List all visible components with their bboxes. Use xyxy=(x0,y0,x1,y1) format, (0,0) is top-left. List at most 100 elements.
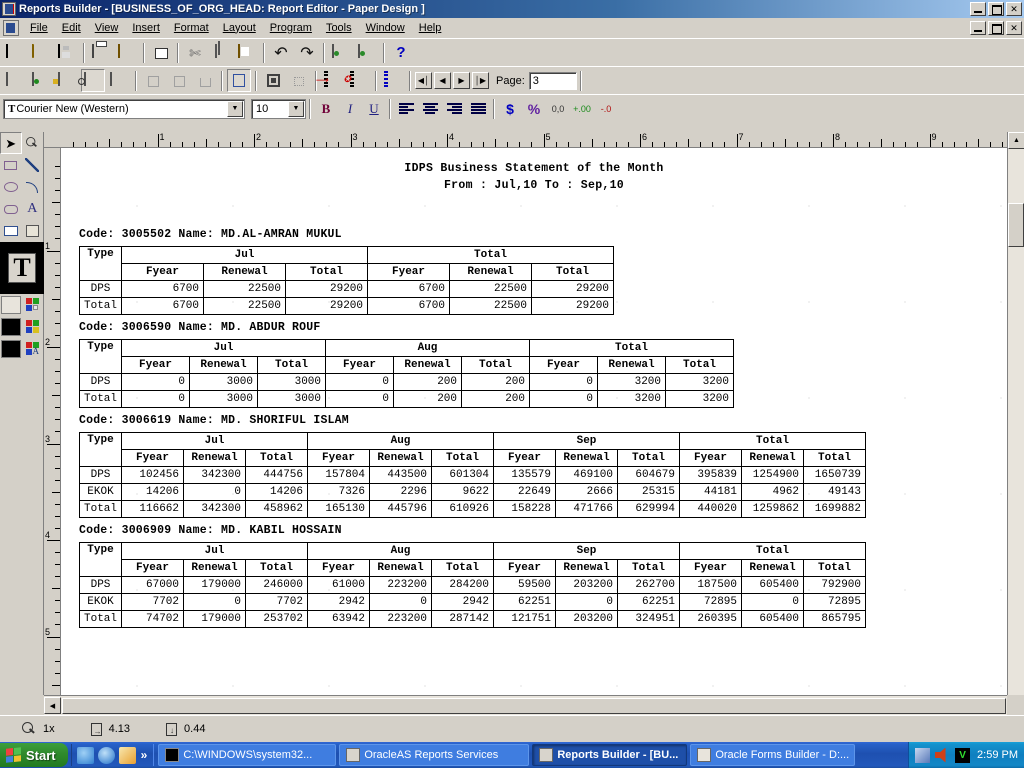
rounded-rectangle-tool[interactable] xyxy=(0,198,22,220)
web-source-view-icon[interactable] xyxy=(29,69,53,92)
text-tool[interactable]: A xyxy=(22,198,44,220)
task-oracle-forms[interactable]: Oracle Forms Builder - D:... xyxy=(690,744,855,766)
select-parent-frame-icon[interactable] xyxy=(261,69,285,92)
copy-icon[interactable] xyxy=(209,41,233,64)
big-text-tool[interactable]: T xyxy=(0,242,44,294)
menu-view[interactable]: View xyxy=(88,20,126,36)
align-right-icon[interactable] xyxy=(443,98,465,120)
font-size-dropdown-arrow[interactable]: ▼ xyxy=(288,101,304,117)
task-oracleas-reports[interactable]: OracleAS Reports Services xyxy=(339,744,529,766)
internet-explorer-icon[interactable] xyxy=(98,747,115,764)
menu-layout[interactable]: Layout xyxy=(216,20,263,36)
scroll-up-button[interactable]: ▲ xyxy=(1008,132,1024,149)
run-paper-layout-icon[interactable] xyxy=(149,41,173,64)
vc-icon[interactable]: V xyxy=(955,748,970,763)
insert-page-icon[interactable] xyxy=(227,69,251,92)
start-button[interactable]: Start xyxy=(0,743,68,767)
web-source-icon[interactable] xyxy=(329,41,353,64)
menu-window[interactable]: Window xyxy=(359,20,412,36)
fill-palette-icon[interactable] xyxy=(23,296,42,314)
italic-button[interactable]: I xyxy=(339,98,361,120)
new-file-icon[interactable] xyxy=(3,41,27,64)
paper-parameter-form-icon[interactable] xyxy=(107,69,131,92)
close-button[interactable]: ✕ xyxy=(1006,2,1022,16)
currency-icon[interactable]: $ xyxy=(499,98,521,120)
align-justify-icon[interactable] xyxy=(467,98,489,120)
text-color-swatch[interactable] xyxy=(1,340,21,358)
vertical-scroll-thumb[interactable] xyxy=(1008,203,1024,247)
menu-tools[interactable]: Tools xyxy=(319,20,359,36)
print-icon[interactable] xyxy=(89,41,113,64)
bold-button[interactable]: B xyxy=(315,98,337,120)
menu-program[interactable]: Program xyxy=(263,20,319,36)
paper-layout-icon[interactable] xyxy=(55,69,79,92)
next-page-button[interactable]: ▶ xyxy=(453,72,470,89)
cut-icon[interactable]: ✄ xyxy=(183,41,207,64)
insert-frame-icon[interactable] xyxy=(141,69,165,92)
ellipse-tool[interactable] xyxy=(0,176,22,198)
last-page-button[interactable]: │▶ xyxy=(472,72,489,89)
select-tool[interactable]: ➤ xyxy=(0,132,22,154)
paper-design-icon[interactable] xyxy=(81,69,105,92)
percent-icon[interactable]: % xyxy=(523,98,545,120)
underline-button[interactable]: U xyxy=(363,98,385,120)
line-tool[interactable] xyxy=(22,154,44,176)
horizontal-scrollbar[interactable]: ◀ xyxy=(44,695,1007,715)
mail-icon[interactable] xyxy=(115,41,139,64)
flex-off-icon[interactable] xyxy=(287,69,311,92)
redo-icon[interactable]: ↷ xyxy=(295,41,319,64)
quick-launch-overflow-icon[interactable]: » xyxy=(141,748,148,762)
arc-tool[interactable] xyxy=(22,176,44,198)
save-icon[interactable] xyxy=(55,41,79,64)
help-icon[interactable]: ? xyxy=(389,41,413,64)
minimize-button[interactable] xyxy=(970,2,986,16)
text-palette-icon[interactable]: A xyxy=(23,340,42,358)
link-file-tool[interactable] xyxy=(0,220,22,242)
line-palette-icon[interactable] xyxy=(23,318,42,336)
insert-repeating-frame-icon[interactable] xyxy=(167,69,191,92)
menu-format[interactable]: Format xyxy=(167,20,216,36)
mdi-close-button[interactable]: ✕ xyxy=(1006,21,1022,35)
task-command-prompt[interactable]: C:\WINDOWS\system32... xyxy=(158,744,336,766)
menu-edit[interactable]: Edit xyxy=(55,20,88,36)
menu-insert[interactable]: Insert xyxy=(125,20,167,36)
data-model-icon[interactable] xyxy=(3,69,27,92)
add-decimal-icon[interactable]: +.00 xyxy=(571,98,593,120)
ole-object-tool[interactable] xyxy=(22,220,44,242)
flex-on-icon[interactable]: ✪ xyxy=(347,69,371,92)
line-color-swatch[interactable] xyxy=(1,318,21,336)
align-left-icon[interactable] xyxy=(395,98,417,120)
remove-decimal-icon[interactable]: -.0 xyxy=(595,98,617,120)
fill-color-swatch[interactable] xyxy=(1,296,21,314)
report-canvas[interactable]: IDPS Business Statement of the Month Fro… xyxy=(61,148,1007,695)
mdi-restore-button[interactable] xyxy=(988,21,1004,35)
comma-icon[interactable]: 0,0 xyxy=(547,98,569,120)
magnify-tool[interactable] xyxy=(22,132,44,154)
menu-file[interactable]: File xyxy=(23,20,55,36)
restore-button[interactable] xyxy=(988,2,1004,16)
horizontal-scroll-thumb[interactable] xyxy=(62,698,1006,714)
mdi-minimize-button[interactable] xyxy=(970,21,986,35)
font-name-combo[interactable]: T Courier New (Western) ▼ xyxy=(3,99,245,119)
undo-icon[interactable]: ↶ xyxy=(269,41,293,64)
scroll-left-button[interactable]: ◀ xyxy=(44,697,61,714)
insert-field-icon[interactable] xyxy=(193,69,217,92)
previous-page-button[interactable]: ◀ xyxy=(434,72,451,89)
mdi-child-icon[interactable] xyxy=(3,20,19,36)
paste-icon[interactable] xyxy=(235,41,259,64)
task-reports-builder[interactable]: Reports Builder - [BU... xyxy=(532,744,687,766)
rectangle-tool[interactable] xyxy=(0,154,22,176)
font-size-combo[interactable]: 10 ▼ xyxy=(251,99,306,119)
show-desktop-icon[interactable] xyxy=(77,747,94,764)
network-icon[interactable] xyxy=(915,748,930,763)
volume-icon[interactable] xyxy=(935,748,950,763)
menu-help[interactable]: Help xyxy=(412,20,449,36)
font-name-dropdown-arrow[interactable]: ▼ xyxy=(227,101,243,117)
media-player-icon[interactable] xyxy=(119,747,136,764)
select-all-icon[interactable] xyxy=(381,69,405,92)
align-center-icon[interactable] xyxy=(419,98,441,120)
vertical-scrollbar[interactable]: ▲ xyxy=(1007,132,1024,695)
first-page-button[interactable]: ◀│ xyxy=(415,72,432,89)
page-number-input[interactable]: 3 xyxy=(529,72,577,90)
confine-on-icon[interactable]: ⟶ xyxy=(321,69,345,92)
